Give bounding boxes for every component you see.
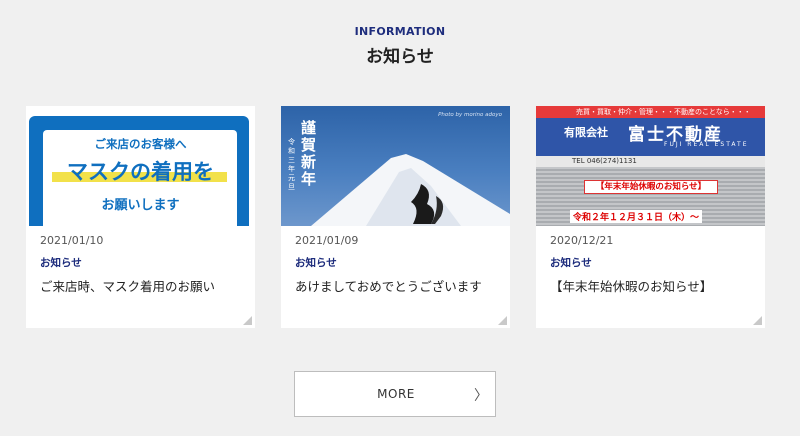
photo-caption: Photo by morino adoyo — [438, 112, 502, 118]
thumbnail-text: TEL 046(274)1131 — [536, 156, 765, 167]
news-card[interactable]: Photo by morino adoyo 謹賀新年 令和三年 元旦 2021/… — [281, 106, 510, 328]
thumbnail-text: マスクの着用を — [67, 160, 214, 184]
news-date: 2020/12/21 — [550, 234, 614, 247]
thumbnail-text: ご来店のお客様へ — [94, 137, 187, 151]
more-button[interactable]: MORE 〉 — [294, 371, 496, 417]
news-category: お知らせ — [550, 257, 592, 269]
corner-triangle-icon — [243, 316, 252, 325]
section-title: お知らせ — [366, 47, 434, 67]
news-category: お知らせ — [40, 257, 82, 269]
thumbnail-text: お願いします — [101, 198, 180, 213]
news-card[interactable]: 売買・買取・仲介・管理・・・不動産のことなら・・・ 有限会社 富士不動産 FUJ… — [536, 106, 765, 328]
news-thumbnail: ご来店のお客様へ マスクの着用を お願いします — [26, 106, 255, 226]
section-label: INFORMATION — [354, 25, 446, 38]
corner-triangle-icon — [498, 316, 507, 325]
news-category: お知らせ — [295, 257, 337, 269]
thumbnail-text: FUJI REAL ESTATE — [664, 141, 749, 148]
thumbnail-text: 有限会社 — [564, 126, 608, 139]
thumbnail-text: 謹賀新年 — [301, 119, 317, 188]
news-thumbnail: Photo by morino adoyo 謹賀新年 令和三年 元旦 — [281, 106, 510, 226]
news-title[interactable]: あけましておめでとうございます — [295, 276, 482, 295]
news-title[interactable]: 【年末年始休暇のお知らせ】 — [550, 276, 712, 295]
corner-triangle-icon — [753, 316, 762, 325]
more-button-label: MORE — [377, 387, 415, 401]
thumbnail-text: 令和２年１２月３１日（木）～ — [570, 210, 703, 223]
news-date: 2021/01/10 — [40, 234, 104, 247]
thumbnail-text: 【年末年始休暇のお知らせ】 — [584, 180, 718, 194]
news-thumbnail: 売買・買取・仲介・管理・・・不動産のことなら・・・ 有限会社 富士不動産 FUJ… — [536, 106, 765, 226]
thumbnail-text: 売買・買取・仲介・管理・・・不動産のことなら・・・ — [536, 106, 765, 118]
news-date: 2021/01/09 — [295, 234, 359, 247]
news-title[interactable]: ご来店時、マスク着用のお願い — [40, 276, 215, 295]
chevron-right-icon: 〉 — [474, 388, 488, 404]
news-card[interactable]: ご来店のお客様へ マスクの着用を お願いします 2021/01/10 お知らせ … — [26, 106, 255, 328]
thumbnail-text: 令和三年 元旦 — [288, 138, 295, 191]
